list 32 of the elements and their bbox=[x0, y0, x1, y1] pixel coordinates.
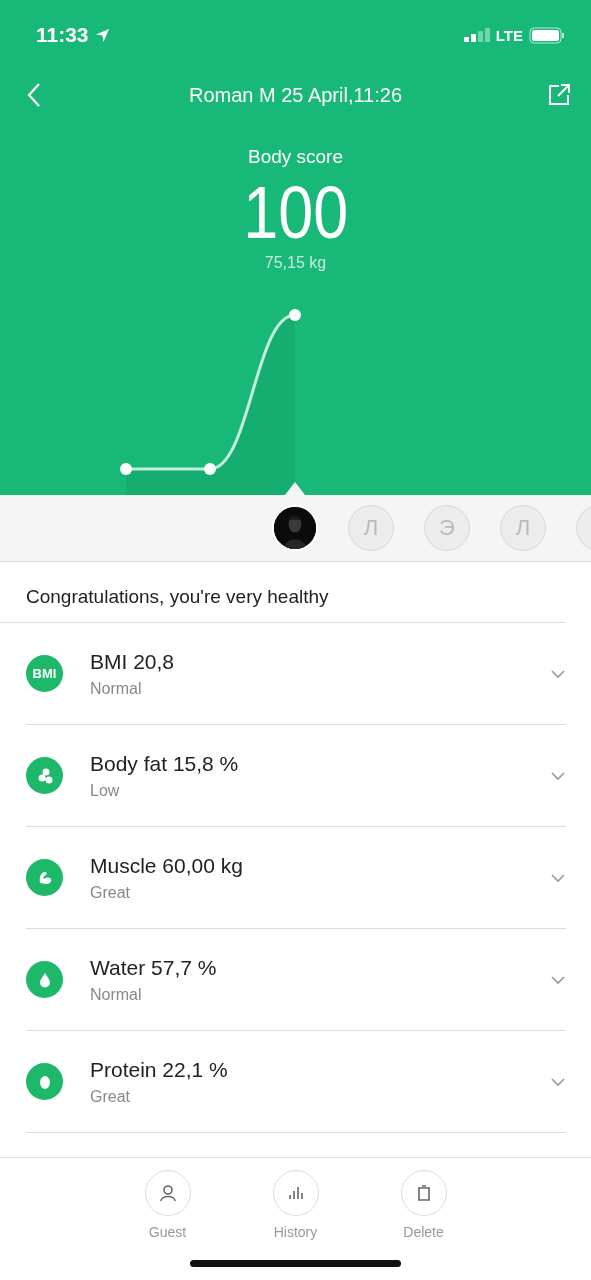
metric-row[interactable]: BMI BMI 20,8 Normal bbox=[26, 623, 566, 725]
metric-title: Muscle 60,00 kg bbox=[90, 853, 244, 878]
metric-title: Body fat 15,8 % bbox=[90, 751, 240, 776]
metric-status: Great bbox=[90, 883, 131, 902]
battery-icon bbox=[529, 26, 565, 44]
drop-icon bbox=[26, 961, 63, 998]
weight-value: 75,15 kg bbox=[264, 254, 327, 272]
metric-status: Normal bbox=[90, 985, 143, 1004]
page-title: Roman M 25 April,11:26 bbox=[188, 83, 403, 107]
person-icon bbox=[157, 1183, 178, 1203]
location-arrow-icon bbox=[94, 27, 110, 43]
metric-status: Low bbox=[90, 781, 121, 800]
metric-title: Protein 22,1 % bbox=[90, 1057, 229, 1082]
metric-title: Water 57,7 % bbox=[90, 955, 218, 980]
metric-status: Normal bbox=[90, 679, 143, 698]
score-label: Body score bbox=[247, 146, 343, 168]
share-button[interactable] bbox=[547, 83, 571, 107]
metric-row[interactable]: Muscle 60,00 kg Great bbox=[26, 827, 566, 929]
metric-status: Great bbox=[90, 1087, 131, 1106]
metric-title: BMI 20,8 bbox=[90, 649, 176, 674]
metric-row[interactable]: Body fat 15,8 % Low bbox=[26, 725, 566, 827]
bmi-icon: BMI bbox=[26, 655, 63, 692]
signal-icon bbox=[463, 28, 490, 42]
egg-icon bbox=[26, 1063, 63, 1100]
network-label: LTE bbox=[495, 26, 523, 44]
metric-row[interactable]: Water 57,7 % Normal bbox=[26, 929, 566, 1031]
metric-row[interactable]: Protein 22,1 % Great bbox=[26, 1031, 566, 1133]
status-time: 11:33 bbox=[36, 23, 110, 47]
arm-icon bbox=[26, 859, 63, 896]
health-message: Congratulations, you're very healthy bbox=[0, 562, 566, 623]
molecule-icon bbox=[26, 757, 63, 794]
score-value: 100 bbox=[243, 172, 348, 254]
